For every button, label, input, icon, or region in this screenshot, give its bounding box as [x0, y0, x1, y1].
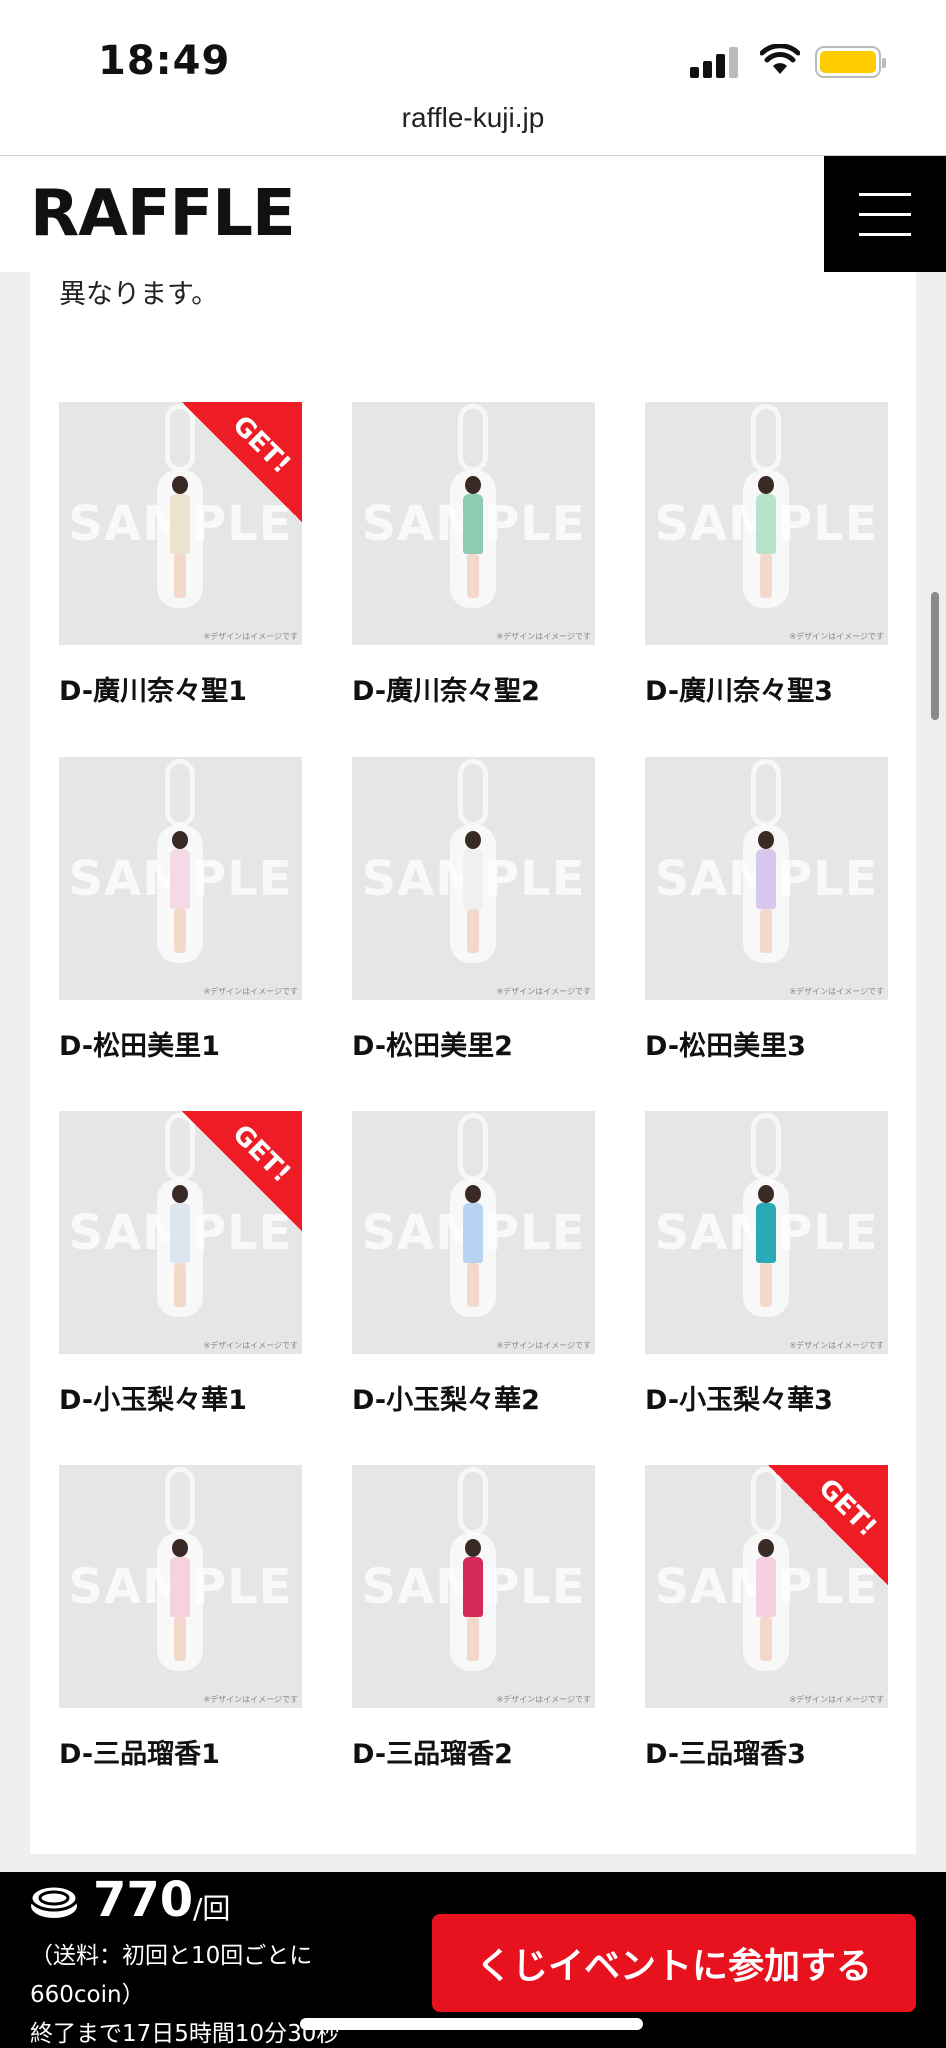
menu-button[interactable] — [824, 156, 946, 272]
get-badge: GET! — [182, 1111, 302, 1231]
product-item[interactable]: SAMPLE※デザインはイメージです D-廣川奈々聖3 — [645, 402, 888, 708]
product-label: D-小玉梨々華1 — [59, 1385, 247, 1416]
acrylic-figure — [743, 1179, 789, 1321]
design-note: ※デザインはイメージです — [496, 987, 591, 996]
design-note: ※デザインはイメージです — [496, 1341, 591, 1350]
cellular-signal-icon — [690, 46, 738, 78]
acrylic-figure — [743, 470, 789, 612]
design-note: ※デザインはイメージです — [789, 1695, 884, 1704]
product-item[interactable]: SAMPLE※デザインはイメージです D-小玉梨々華2 — [352, 1111, 595, 1417]
design-note: ※デザインはイメージです — [789, 1341, 884, 1350]
product-label: D-松田美里3 — [645, 1031, 806, 1062]
product-item[interactable]: SAMPLE※デザインはイメージです D-三品瑠香2 — [352, 1465, 595, 1771]
product-label: D-廣川奈々聖3 — [645, 676, 833, 707]
keychain-strap — [165, 1467, 195, 1535]
keychain-strap — [751, 759, 781, 827]
product-thumbnail[interactable]: SAMPLE※デザインはイメージですGET! — [59, 402, 302, 645]
product-label: D-廣川奈々聖1 — [59, 676, 247, 707]
keychain-strap — [751, 404, 781, 472]
logo-text: RAFFLE — [30, 177, 296, 251]
product-item[interactable]: SAMPLE※デザインはイメージです D-小玉梨々華3 — [645, 1111, 888, 1417]
product-thumbnail[interactable]: SAMPLE※デザインはイメージです — [352, 402, 595, 645]
product-thumbnail[interactable]: SAMPLE※デザインはイメージです — [645, 1111, 888, 1354]
acrylic-figure — [450, 1533, 496, 1675]
raffle-logo[interactable]: RAFFLE — [30, 177, 296, 251]
product-thumbnail[interactable]: SAMPLE※デザインはイメージです — [352, 1465, 595, 1708]
battery-icon — [815, 46, 886, 78]
coin-icon — [29, 1884, 79, 1918]
product-item[interactable]: SAMPLE※デザインはイメージです D-松田美里3 — [645, 757, 888, 1063]
join-event-button[interactable]: くじイベントに参加する — [432, 1914, 916, 2012]
product-label: D-三品瑠香2 — [352, 1739, 513, 1770]
product-label: D-松田美里1 — [59, 1031, 220, 1062]
product-label: D-三品瑠香3 — [645, 1739, 806, 1770]
price-value: 770 — [93, 1872, 194, 1928]
status-time: 18:49 — [98, 38, 231, 84]
product-thumbnail[interactable]: SAMPLE※デザインはイメージです — [645, 402, 888, 645]
acrylic-figure — [157, 825, 203, 967]
product-thumbnail[interactable]: SAMPLE※デザインはイメージです — [352, 757, 595, 1000]
product-thumbnail[interactable]: SAMPLE※デザインはイメージです — [59, 757, 302, 1000]
acrylic-figure — [450, 825, 496, 967]
status-bar: 18:49 raffle-kuji.jp — [0, 0, 946, 155]
acrylic-figure — [450, 1179, 496, 1321]
product-thumbnail[interactable]: SAMPLE※デザインはイメージです — [352, 1111, 595, 1354]
shipping-note-2: 660coin） — [30, 1982, 145, 2008]
product-item[interactable]: SAMPLE※デザインはイメージですGET!D-三品瑠香3 — [645, 1465, 888, 1771]
product-card: 異なります。 SAMPLE※デザインはイメージです GET! D-廣川奈々聖1 SAM… — [30, 272, 916, 1854]
hamburger-icon — [859, 192, 911, 196]
address-bar-url[interactable]: raffle-kuji.jp — [0, 102, 946, 134]
acrylic-figure — [157, 1533, 203, 1675]
scrollbar[interactable] — [931, 592, 939, 720]
product-item[interactable]: SAMPLE※デザインはイメージです D-廣川奈々聖2 — [352, 402, 595, 708]
product-label: D-松田美里2 — [352, 1031, 513, 1062]
get-badge: GET! — [182, 402, 302, 522]
home-indicator[interactable] — [300, 2018, 643, 2030]
design-note: ※デザインはイメージです — [203, 632, 298, 641]
acrylic-figure — [450, 470, 496, 612]
design-note: ※デザインはイメージです — [203, 987, 298, 996]
keychain-strap — [165, 759, 195, 827]
product-item[interactable]: SAMPLE※デザインはイメージです D-松田美里2 — [352, 757, 595, 1063]
product-item[interactable]: SAMPLE※デザインはイメージですGET!D-廣川奈々聖1 — [59, 402, 302, 708]
wifi-icon — [760, 44, 800, 74]
keychain-strap — [458, 1113, 488, 1181]
product-label: D-小玉梨々華2 — [352, 1385, 540, 1416]
price-unit: /回 — [193, 1892, 231, 1925]
product-label: D-三品瑠香1 — [59, 1739, 220, 1770]
time-remaining: 終了まで17日5時間10分30秒 — [30, 2021, 340, 2047]
product-item[interactable]: SAMPLE※デザインはイメージです D-松田美里1 — [59, 757, 302, 1063]
acrylic-figure — [743, 825, 789, 967]
design-note: ※デザインはイメージです — [789, 987, 884, 996]
keychain-strap — [751, 1113, 781, 1181]
site-header: RAFFLE — [0, 156, 946, 272]
product-label: D-廣川奈々聖2 — [352, 676, 540, 707]
keychain-strap — [458, 759, 488, 827]
keychain-strap — [458, 404, 488, 472]
product-item[interactable]: SAMPLE※デザインはイメージですGET!D-小玉梨々華1 — [59, 1111, 302, 1417]
design-note: ※デザインはイメージです — [203, 1695, 298, 1704]
product-thumbnail[interactable]: SAMPLE※デザインはイメージです — [59, 1465, 302, 1708]
shipping-note: （送料：初回と10回ごとに — [30, 1943, 313, 1969]
design-note: ※デザインはイメージです — [496, 632, 591, 641]
get-badge: GET! — [768, 1465, 888, 1585]
intro-text: 異なります。 — [59, 279, 219, 310]
product-thumbnail[interactable]: SAMPLE※デザインはイメージですGET! — [645, 1465, 888, 1708]
design-note: ※デザインはイメージです — [496, 1695, 591, 1704]
design-note: ※デザインはイメージです — [789, 632, 884, 641]
product-item[interactable]: SAMPLE※デザインはイメージです D-三品瑠香1 — [59, 1465, 302, 1771]
product-thumbnail[interactable]: SAMPLE※デザインはイメージですGET! — [59, 1111, 302, 1354]
keychain-strap — [458, 1467, 488, 1535]
product-label: D-小玉梨々華3 — [645, 1385, 833, 1416]
design-note: ※デザインはイメージです — [203, 1341, 298, 1350]
product-thumbnail[interactable]: SAMPLE※デザインはイメージです — [645, 757, 888, 1000]
